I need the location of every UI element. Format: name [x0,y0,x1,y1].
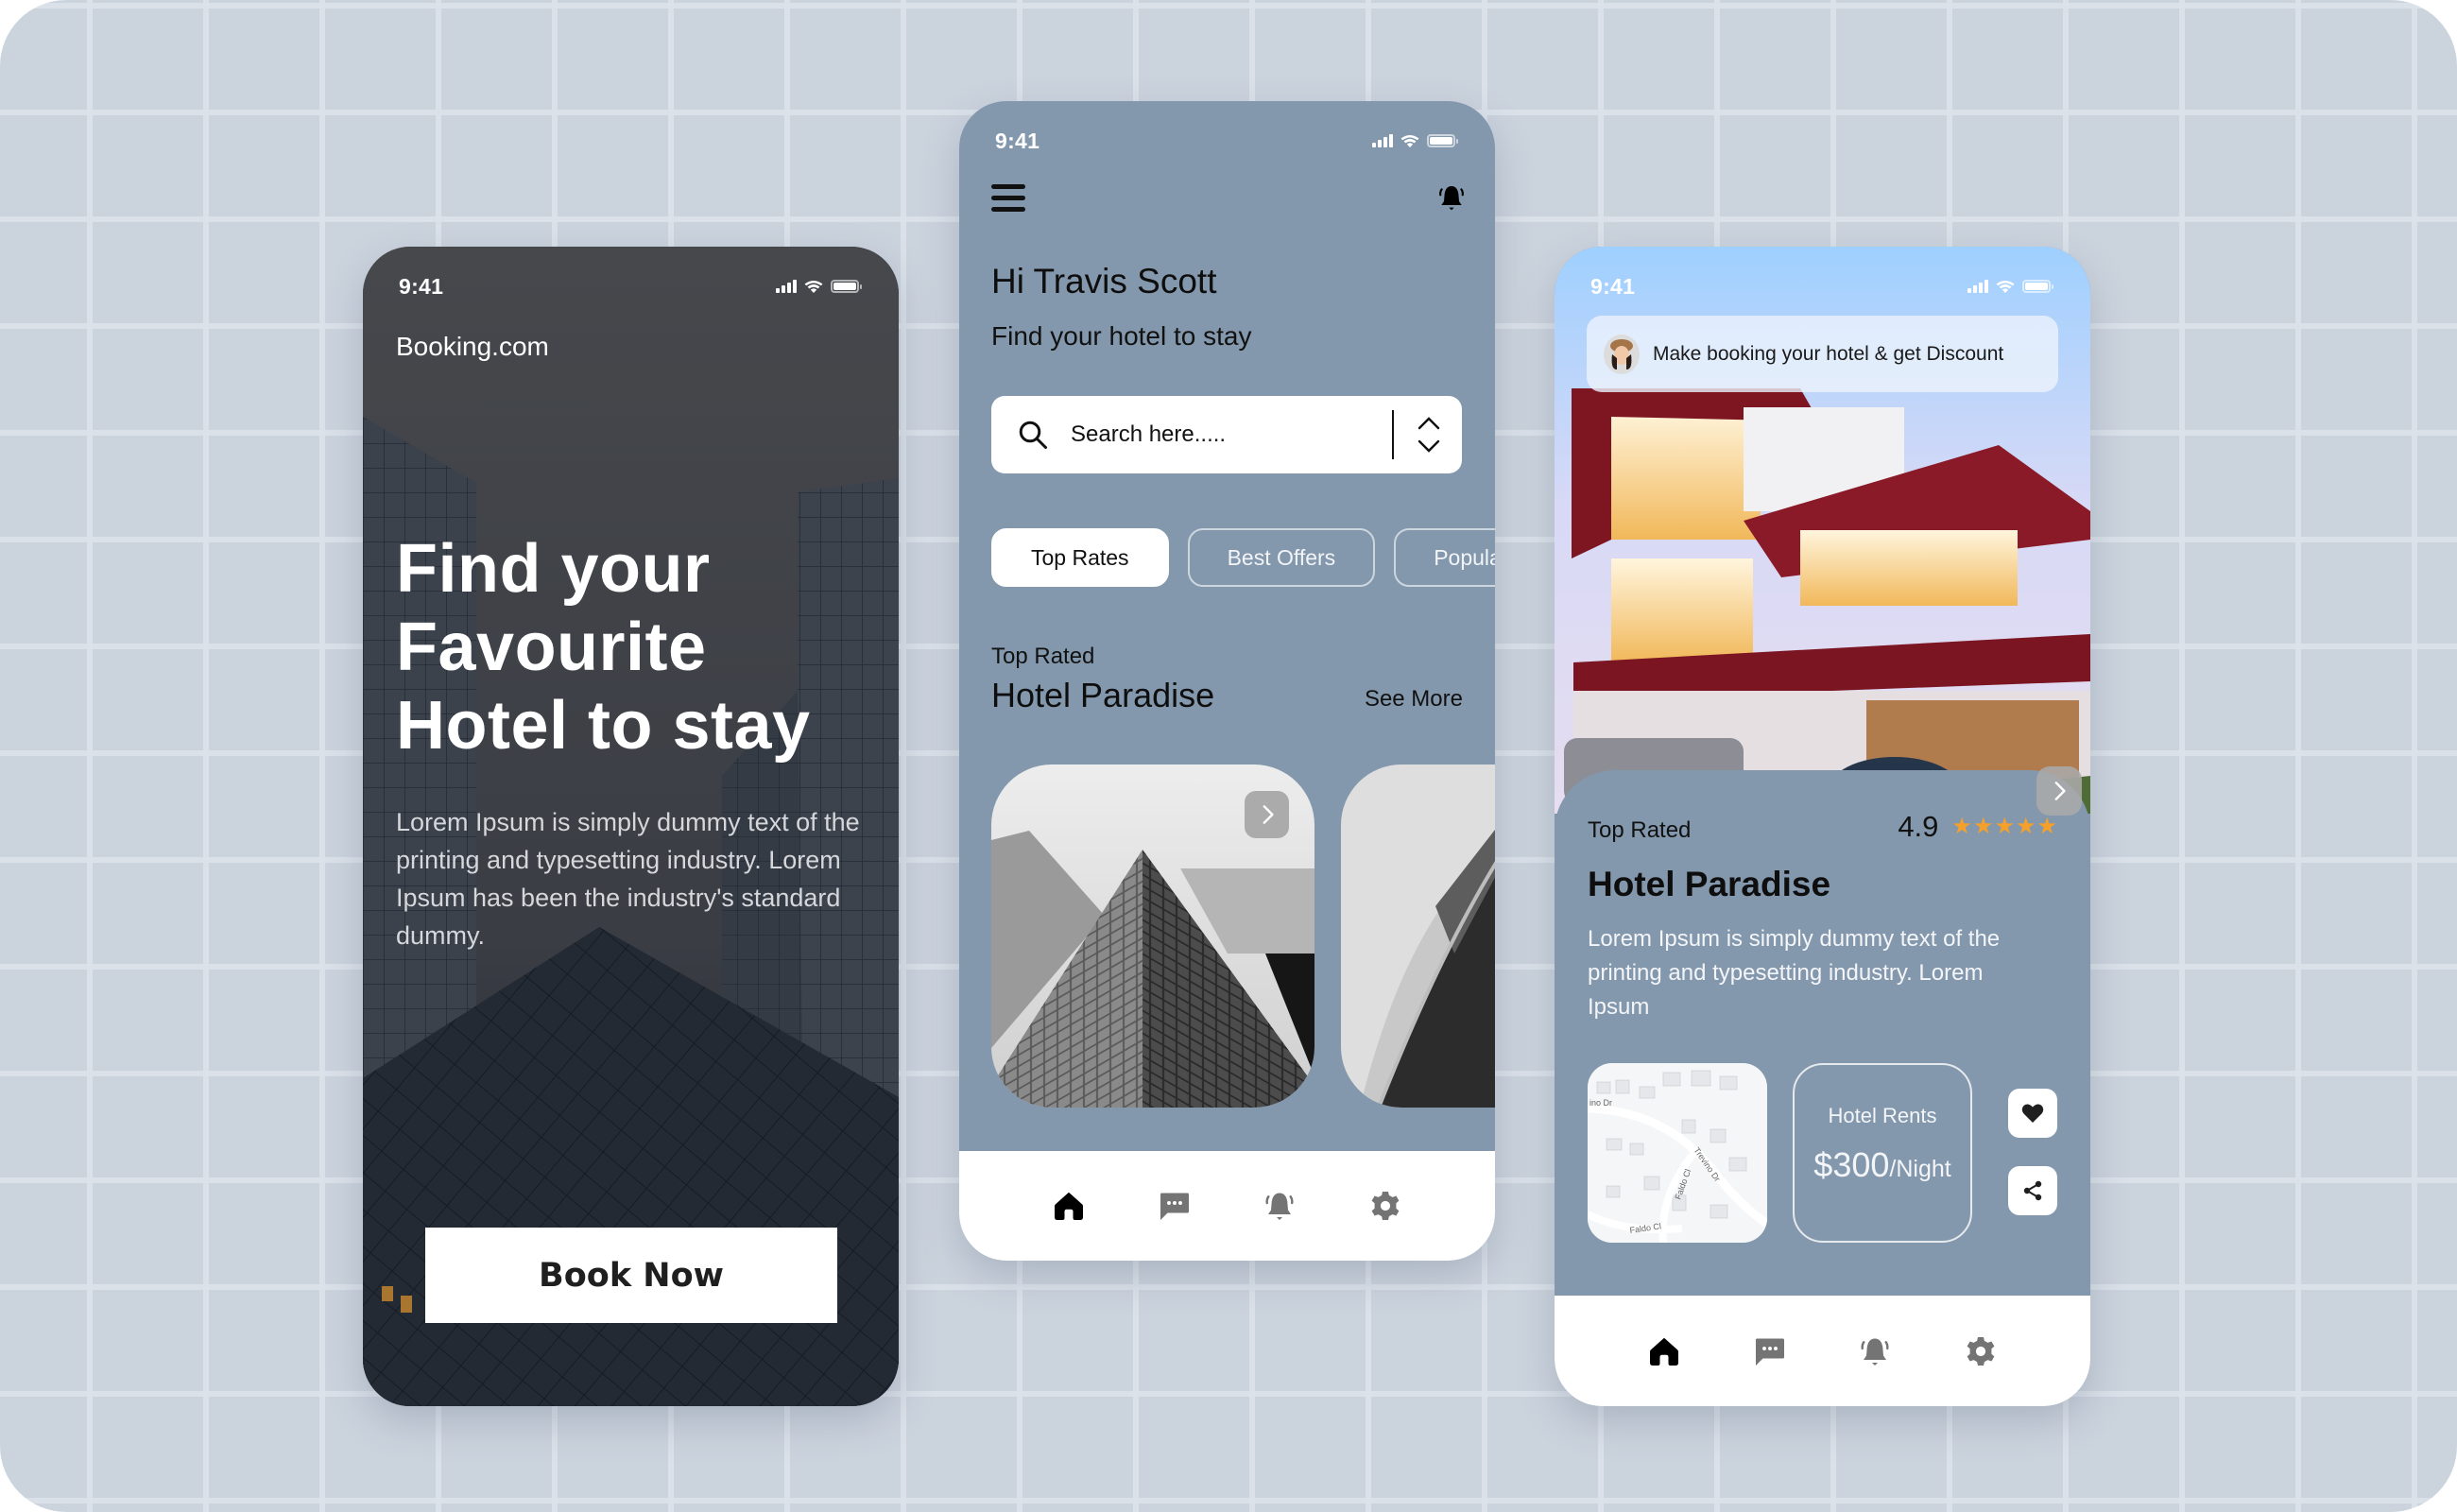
favorite-button[interactable] [2008,1089,2057,1138]
rating: 4.9 ★ ★ ★ ★ ★ [1898,810,2057,844]
hotel-kicker: Top Rated [1588,817,1692,843]
hamburger-menu-button[interactable] [991,184,1025,212]
wifi-icon [1400,134,1419,147]
bell-icon[interactable] [1858,1334,1892,1368]
chip-top-rates[interactable]: Top Rates [991,528,1169,587]
home-screen: 9:41 Hi Travis Scott Find your hotel to … [959,101,1495,1261]
chip-best-offers[interactable]: Best Offers [1187,528,1376,587]
share-icon [2023,1180,2042,1201]
hero-description: Lorem Ipsum is simply dummy text of the … [396,808,860,950]
heart-icon [2021,1104,2044,1123]
status-time: 9:41 [399,273,444,299]
hotel-rent-box: Hotel Rents $300/Night [1793,1063,1972,1243]
star-icon: ★ [1994,814,2015,839]
hero-title-line: Hotel to stay [396,688,811,764]
hotel-description: Lorem Ipsum is simply dummy text of the … [1588,926,2001,1020]
map-image: ino Dr Trevino Dr Faldo Cl Faldo Cl [1588,1063,1767,1243]
battery-icon [831,280,862,293]
home-icon[interactable] [1052,1189,1086,1223]
bottom-navigation [1555,1296,2090,1406]
battery-icon [2022,280,2053,293]
map-street-label: ino Dr [1589,1098,1612,1108]
cellular-signal-icon [1372,134,1393,147]
curved-building-image [1341,765,1495,1108]
card-next-button[interactable] [1245,791,1289,838]
search-divider [1392,410,1394,459]
hotel-card[interactable] [991,765,1314,1108]
gear-icon[interactable] [1964,1334,1998,1368]
star-icon: ★ [1951,814,1972,839]
wifi-icon [804,280,823,293]
cellular-signal-icon [1967,280,1988,293]
chip-popular[interactable]: Popular [1394,528,1495,587]
gear-icon[interactable] [1368,1189,1402,1223]
status-bar: 9:41 [1555,247,2090,313]
onboarding-screen: 9:41 Booking.com Find your Favourite Hot… [363,247,899,1406]
menu-line [991,196,1025,200]
hotel-card[interactable] [1341,765,1495,1108]
search-bar [991,396,1462,473]
section-title: Hotel Paradise [991,676,1215,714]
rating-value: 4.9 [1898,810,1939,843]
brand-logo-text: Booking.com [396,332,549,361]
hero-title-line: Favourite [396,610,707,685]
hero-title-line: Find your [396,531,711,607]
rent-amount: $300 [1813,1145,1890,1184]
hotel-detail-screen: 9:41 Make booking your hotel & get Disco… [1555,247,2090,1406]
filter-chips: Top Rates Best Offers Popular [991,528,1495,587]
star-icon: ★ [2036,814,2057,839]
menu-line [991,207,1025,212]
hotel-name: Hotel Paradise [1588,865,1831,903]
chevron-right-icon [1255,802,1280,827]
menu-line [991,184,1025,189]
star-icon: ★ [2015,814,2036,839]
bell-icon[interactable] [1436,182,1467,213]
star-rating: ★ ★ ★ ★ ★ [1951,816,2057,838]
status-time: 9:41 [1590,273,1636,299]
discount-promo-banner[interactable]: Make booking your hotel & get Discount [1587,316,2058,392]
book-now-button[interactable]: Book Now [425,1228,837,1323]
rent-unit: /Night [1889,1156,1951,1182]
rent-price: $300/Night [1813,1145,1950,1185]
status-time: 9:41 [995,128,1040,153]
status-bar: 9:41 [959,101,1495,167]
greeting-heading: Hi Travis Scott [991,262,1217,301]
bell-icon[interactable] [1263,1189,1297,1223]
rent-label: Hotel Rents [1828,1104,1937,1127]
avatar-memoji-icon [1610,338,1633,369]
battery-icon [1427,134,1458,147]
status-bar: 9:41 [363,247,899,313]
wifi-icon [1996,280,2015,293]
cellular-signal-icon [776,280,797,293]
avatar [1604,334,1640,374]
search-input[interactable] [1071,421,1383,448]
share-button[interactable] [2008,1166,2057,1215]
location-map[interactable]: ino Dr Trevino Dr Faldo Cl Faldo Cl [1588,1063,1767,1243]
promo-text: Make booking your hotel & get Discount [1653,342,2004,365]
sort-toggle-icon[interactable] [1415,411,1443,458]
search-icon [1019,421,1047,449]
chevron-right-icon [2047,779,2071,803]
home-icon[interactable] [1647,1334,1681,1368]
chat-icon[interactable] [1158,1189,1192,1223]
chat-icon[interactable] [1753,1334,1787,1368]
see-more-link[interactable]: See More [1365,686,1463,713]
star-icon: ★ [1972,814,1994,839]
section-kicker: Top Rated [991,644,1095,669]
greeting-subtitle: Find your hotel to stay [991,321,1252,351]
bottom-navigation [959,1151,1495,1261]
gallery-next-button[interactable] [2036,766,2082,816]
hero-title: Find your Favourite Hotel to stay [396,530,811,765]
